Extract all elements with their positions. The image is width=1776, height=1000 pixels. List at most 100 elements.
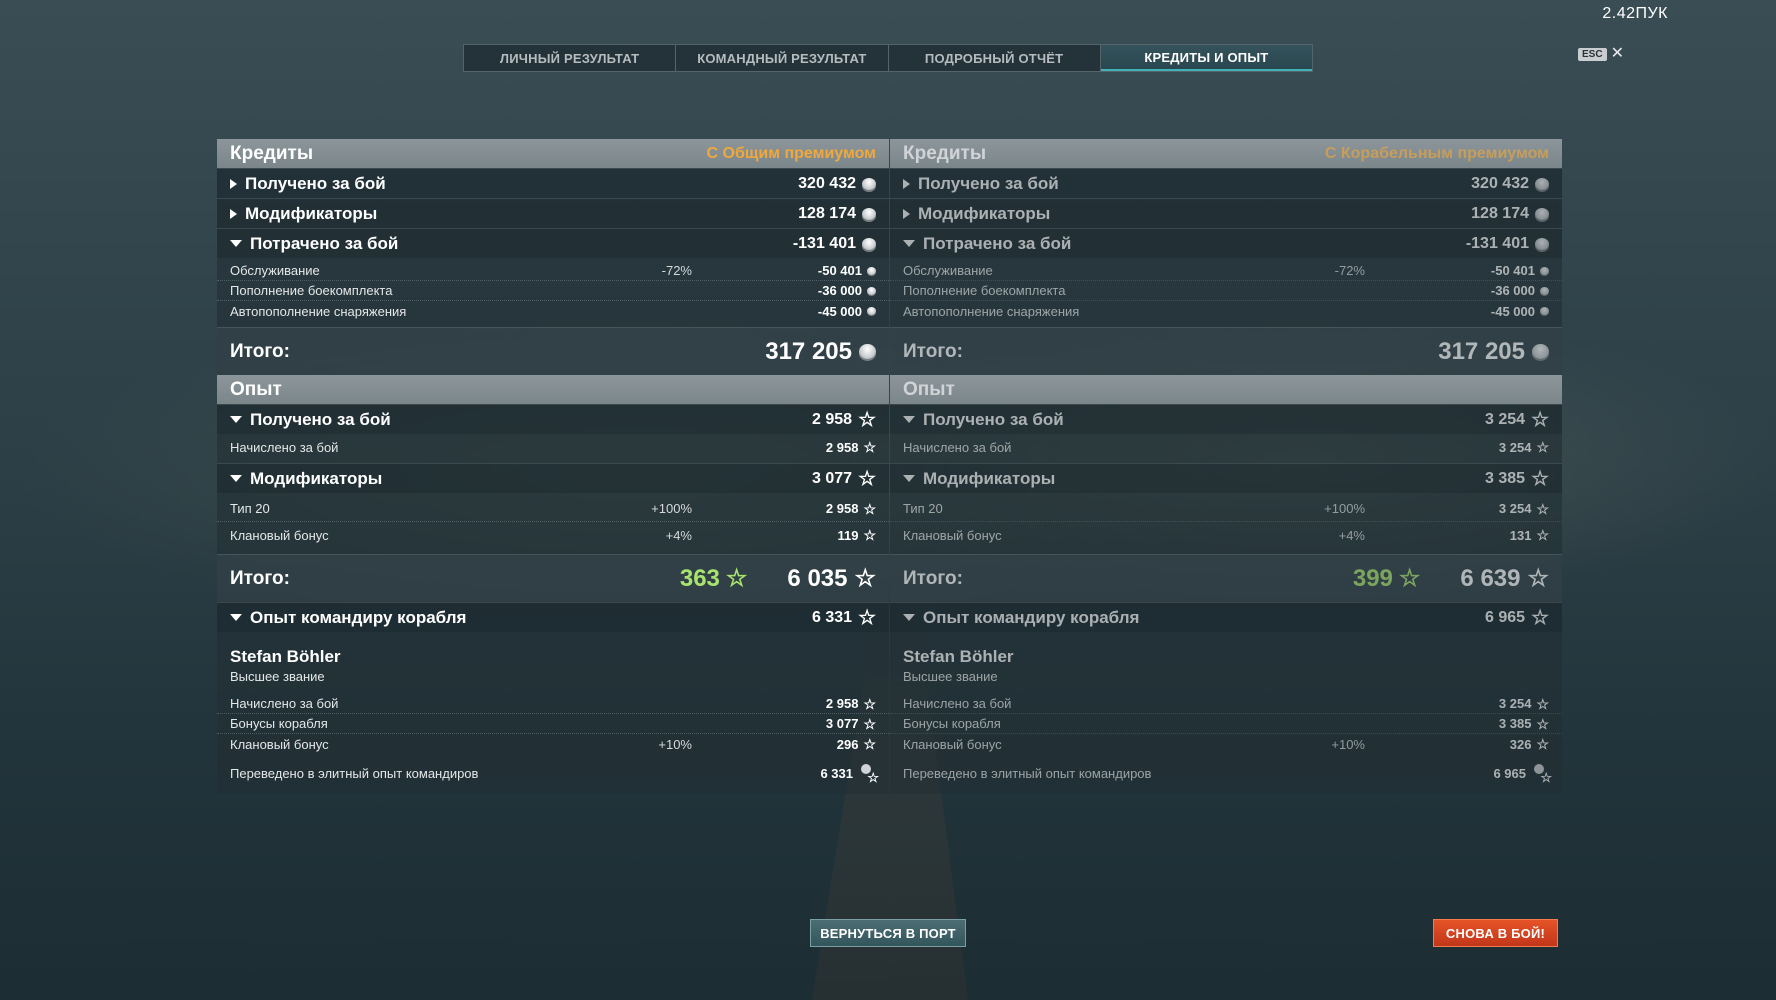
- elite-xp-label: Переведено в элитный опыт командиров: [903, 765, 1152, 781]
- xp-item-value: 2 958: [825, 439, 859, 455]
- xp-total-label: Итого:: [903, 567, 963, 589]
- spent-item-value: -36 000: [1490, 283, 1535, 298]
- free-xp-star-icon: ☆: [725, 564, 748, 592]
- expand-arrow-icon[interactable]: [230, 208, 237, 219]
- close-control[interactable]: ESC ✕: [1578, 46, 1624, 62]
- xp-modifier-item: Тип 20 +100% 3 254 ☆: [890, 496, 1562, 522]
- credits-coin-icon: [862, 207, 876, 220]
- xp-modifiers-row[interactable]: Модификаторы 3 077 ☆: [217, 463, 889, 493]
- commander-xp-row[interactable]: Опыт командиру корабля 6 965 ☆: [890, 602, 1562, 632]
- xp-total-row: Итого: 363 ☆ 6 035 ☆: [217, 554, 889, 602]
- xp-item-label: Начислено за бой: [230, 439, 339, 455]
- credits-coin-icon: [1540, 266, 1549, 275]
- xp-item-pct: +4%: [1338, 527, 1365, 543]
- tab-credits-and-xp[interactable]: КРЕДИТЫ И ОПЫТ: [1100, 45, 1312, 71]
- credits-modifiers-label: Модификаторы: [245, 203, 378, 223]
- credits-coin-icon: [1540, 286, 1549, 295]
- commander-xp-label: Опыт командиру корабля: [923, 607, 1140, 627]
- xp-item-pct: +4%: [665, 527, 692, 543]
- expand-arrow-icon[interactable]: [903, 178, 910, 189]
- spent-item-consumables: Автопополнение снаряжения -45 000: [217, 301, 889, 321]
- commander-item-label: Бонусы корабля: [903, 716, 1001, 731]
- spent-item-label: Автопополнение снаряжения: [903, 303, 1080, 319]
- xp-modifier-item: Клановый бонус +4% 131 ☆: [890, 522, 1562, 548]
- xp-star-icon: ☆: [1531, 408, 1549, 431]
- credits-coin-icon: [862, 177, 876, 190]
- credits-earned-value: 320 432: [798, 174, 856, 192]
- credits-total-value: 317 205: [765, 337, 852, 365]
- xp-star-icon: ☆: [1531, 606, 1549, 629]
- xp-earned-row[interactable]: Получено за бой 2 958 ☆: [217, 404, 889, 434]
- battle-again-button[interactable]: СНОВА В БОЙ!: [1433, 919, 1558, 947]
- commander-item: Бонусы корабля 3 077 ☆: [217, 714, 889, 734]
- credits-spent-row[interactable]: Потрачено за бой -131 401: [217, 228, 889, 258]
- credits-header: Кредиты С Корабельным премиумом: [890, 139, 1562, 168]
- credits-spent-label: Потрачено за бой: [250, 233, 399, 253]
- spent-item-service: Обслуживание -72% -50 401: [217, 261, 889, 281]
- return-to-port-button[interactable]: ВЕРНУТЬСЯ В ПОРТ: [810, 919, 966, 947]
- collapse-arrow-icon[interactable]: [230, 475, 242, 482]
- credits-earned-row[interactable]: Получено за бой 320 432: [217, 168, 889, 198]
- close-icon[interactable]: ✕: [1611, 46, 1624, 62]
- collapse-arrow-icon[interactable]: [903, 475, 915, 482]
- credits-earned-row[interactable]: Получено за бой 320 432: [890, 168, 1562, 198]
- xp-item-value: 3 254: [1498, 501, 1532, 516]
- xp-star-icon: ☆: [863, 715, 876, 732]
- xp-star-icon: ☆: [863, 736, 876, 752]
- expand-arrow-icon[interactable]: [903, 208, 910, 219]
- xp-earned-row[interactable]: Получено за бой 3 254 ☆: [890, 404, 1562, 434]
- spent-item-pct: -72%: [661, 263, 692, 278]
- xp-modifier-details: Тип 20 +100% 3 254 ☆ Клановый бонус +4% 1…: [890, 493, 1562, 554]
- commander-xp-row[interactable]: Опыт командиру корабля 6 331 ☆: [217, 602, 889, 632]
- free-xp-value: 399: [1352, 564, 1393, 592]
- commander-xp-value: 6 965: [1485, 608, 1526, 626]
- spent-details: Обслуживание -72% -50 401 Пополнение бое…: [890, 258, 1562, 327]
- credits-spent-row[interactable]: Потрачено за бой -131 401: [890, 228, 1562, 258]
- collapse-arrow-icon[interactable]: [230, 240, 242, 247]
- spent-details: Обслуживание -72% -50 401 Пополнение бое…: [217, 258, 889, 327]
- credits-modifiers-value: 128 174: [1471, 204, 1529, 222]
- commander-rank: Высшее звание: [903, 669, 998, 684]
- collapse-arrow-icon[interactable]: [903, 416, 915, 423]
- xp-item-pct: +100%: [651, 501, 692, 516]
- commander-details: Stefan Böhler Высшее звание Начислено за…: [890, 632, 1562, 794]
- xp-star-icon: ☆: [1531, 467, 1549, 490]
- xp-modifier-details: Тип 20 +100% 2 958 ☆ Клановый бонус +4% 1…: [217, 493, 889, 554]
- commander-item-value: 2 958: [825, 696, 859, 711]
- commander-item: Клановый бонус +10% 326 ☆: [890, 734, 1562, 754]
- tab-personal-result[interactable]: ЛИЧНЫЙ РЕЗУЛЬТАТ: [464, 45, 677, 71]
- elite-commander-xp-icon: [1531, 764, 1552, 786]
- collapse-arrow-icon[interactable]: [903, 614, 915, 621]
- xp-star-icon: ☆: [1536, 736, 1549, 752]
- xp-star-icon: ☆: [1527, 564, 1549, 592]
- xp-total-label: Итого:: [230, 567, 290, 589]
- xp-star-icon: ☆: [863, 695, 876, 712]
- fps-counter: 2.42ПУК: [1602, 5, 1668, 22]
- spent-item-label: Обслуживание: [903, 263, 993, 278]
- credits-modifiers-row[interactable]: Модификаторы 128 174: [890, 198, 1562, 228]
- spent-item-value: -50 401: [817, 263, 862, 278]
- results-tabs: ЛИЧНЫЙ РЕЗУЛЬТАТ КОМАНДНЫЙ РЕЗУЛЬТАТ ПОД…: [463, 44, 1313, 72]
- credits-spent-value: -131 401: [792, 234, 856, 252]
- spent-item-ammo: Пополнение боекомплекта -36 000: [890, 281, 1562, 301]
- xp-item-pct: +100%: [1324, 501, 1365, 516]
- credits-modifiers-row[interactable]: Модификаторы 128 174: [217, 198, 889, 228]
- credits-total-row: Итого: 317 205: [217, 327, 889, 375]
- tab-detailed-report[interactable]: ПОДРОБНЫЙ ОТЧЁТ: [889, 45, 1101, 71]
- commander-item-label: Клановый бонус: [903, 736, 1002, 752]
- commander-item-value: 3 385: [1498, 716, 1532, 731]
- xp-total-value: 6 035: [787, 564, 848, 592]
- commander-item: Клановый бонус +10% 296 ☆: [217, 734, 889, 754]
- expand-arrow-icon[interactable]: [230, 178, 237, 189]
- commander-item-pct: +10%: [658, 736, 692, 752]
- xp-header: Опыт: [890, 375, 1562, 404]
- collapse-arrow-icon[interactable]: [903, 240, 915, 247]
- commander-item: Начислено за бой 3 254 ☆: [890, 694, 1562, 714]
- xp-modifiers-label: Модификаторы: [250, 468, 383, 488]
- collapse-arrow-icon[interactable]: [230, 416, 242, 423]
- xp-item-value: 131: [1509, 527, 1532, 543]
- credits-spent-value: -131 401: [1465, 234, 1529, 252]
- collapse-arrow-icon[interactable]: [230, 614, 242, 621]
- tab-team-result[interactable]: КОМАНДНЫЙ РЕЗУЛЬТАТ: [676, 45, 889, 71]
- xp-modifiers-row[interactable]: Модификаторы 3 385 ☆: [890, 463, 1562, 493]
